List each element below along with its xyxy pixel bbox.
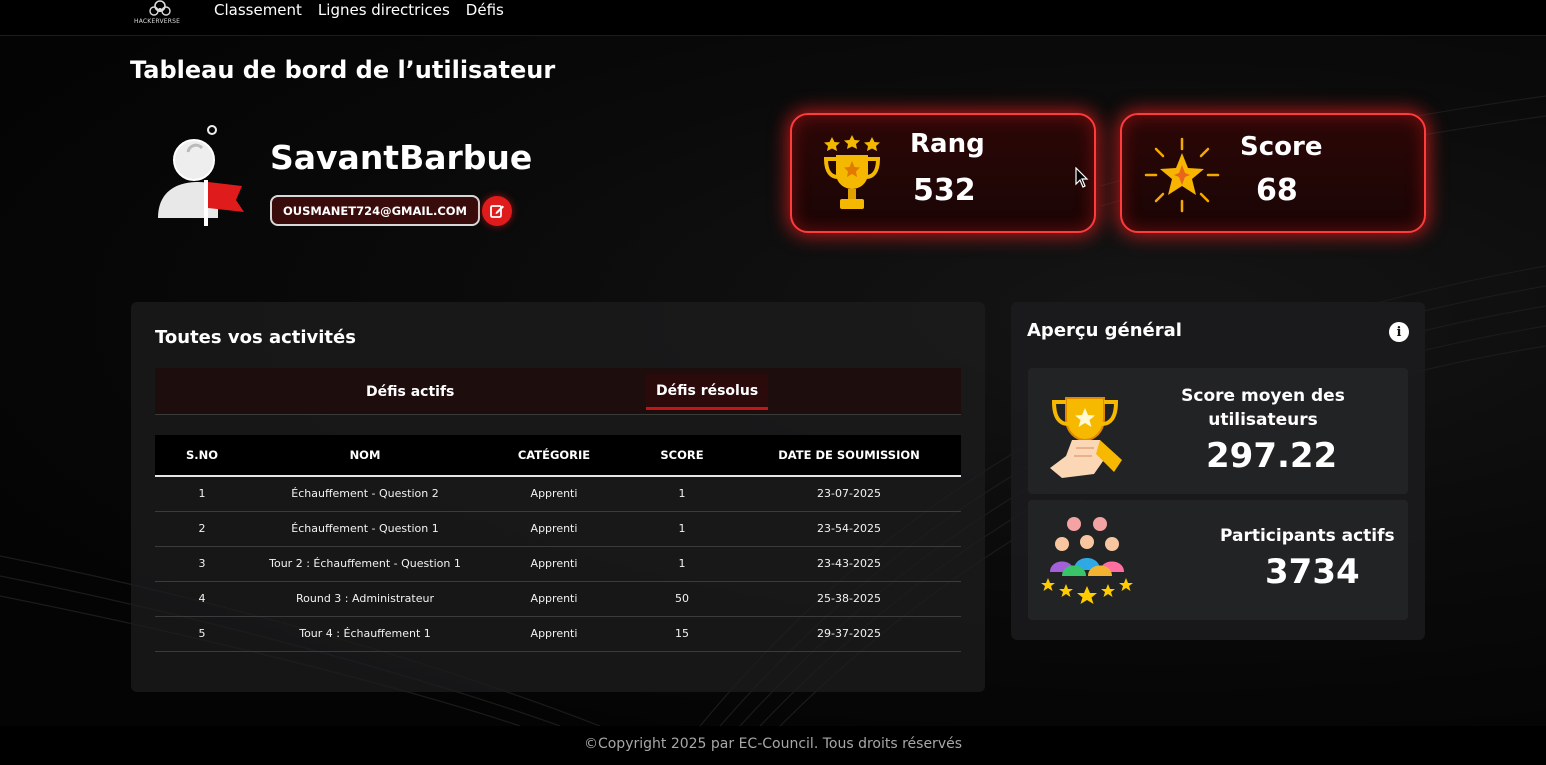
cell-score: 50 (627, 581, 737, 617)
cell-categorie: Apprenti (481, 476, 627, 512)
cell-sno: 1 (155, 476, 249, 512)
activities-table: S.NO NOM CATÉGORIE SCORE DATE DE SOUMISS… (155, 435, 961, 652)
cell-categorie: Apprenti (481, 511, 627, 547)
active-participants-value: 3734 (1265, 552, 1360, 592)
score-card: Score 68 (1120, 113, 1426, 233)
cell-sno: 5 (155, 616, 249, 652)
edit-icon (490, 205, 504, 218)
table-row[interactable]: 2 Échauffement - Question 1 Apprenti 1 2… (155, 511, 961, 547)
score-value: 68 (1256, 173, 1298, 208)
average-score-value: 297.22 (1206, 436, 1338, 476)
table-header-row: S.NO NOM CATÉGORIE SCORE DATE DE SOUMISS… (155, 435, 961, 477)
nav-defis[interactable]: Défis (466, 1, 504, 19)
top-navbar: HACKERVERSE Classement Lignes directrice… (0, 0, 1546, 36)
cell-score: 1 (627, 546, 737, 582)
table-row[interactable]: 1 Échauffement - Question 2 Apprenti 1 2… (155, 476, 961, 512)
edit-profile-button[interactable] (482, 196, 512, 226)
cell-categorie: Apprenti (481, 546, 627, 582)
table-row[interactable]: 3 Tour 2 : Échauffement - Question 1 App… (155, 546, 961, 582)
active-participants-card: Participants actifs 3734 (1028, 500, 1408, 620)
cell-nom: Tour 2 : Échauffement - Question 1 (249, 546, 481, 582)
page-title: Tableau de bord de l’utilisateur (130, 56, 556, 84)
active-participants-label: Participants actifs (1220, 526, 1395, 546)
column-header-sno[interactable]: S.NO (155, 435, 249, 477)
overview-panel: Aperçu général i Score moyen des utilisa… (1011, 302, 1425, 640)
activities-title: Toutes vos activités (155, 327, 356, 348)
table-row[interactable]: 4 Round 3 : Administrateur Apprenti 50 2… (155, 581, 961, 617)
tab-defis-resolus[interactable]: Défis résolus (646, 374, 769, 410)
cell-date: 25-38-2025 (737, 581, 961, 617)
cell-categorie: Apprenti (481, 581, 627, 617)
cell-sno: 2 (155, 511, 249, 547)
overview-title: Aperçu général (1027, 320, 1182, 341)
cell-nom: Round 3 : Administrateur (249, 581, 481, 617)
rank-card: Rang 532 (790, 113, 1096, 233)
star-burst-icon (1144, 137, 1220, 213)
cell-date: 29-37-2025 (737, 616, 961, 652)
rank-value: 532 (913, 173, 976, 208)
cell-date: 23-43-2025 (737, 546, 961, 582)
cell-sno: 4 (155, 581, 249, 617)
column-header-categorie[interactable]: CATÉGORIE (481, 435, 627, 477)
cell-score: 15 (627, 616, 737, 652)
trophy-hand-icon (1050, 397, 1122, 478)
cell-date: 23-54-2025 (737, 511, 961, 547)
column-header-nom[interactable]: NOM (249, 435, 481, 477)
tab-defis-actifs[interactable]: Défis actifs (366, 368, 454, 415)
activities-tabs: Défis actifs Défis résolus (155, 368, 961, 415)
email-badge: OUSMANET724@GMAIL.COM (270, 195, 480, 226)
cell-nom: Échauffement - Question 2 (249, 476, 481, 512)
footer-copyright: ©Copyright 2025 par EC-Council. Tous dro… (583, 736, 963, 752)
username: SavantBarbue (270, 138, 533, 177)
mouse-cursor-icon (1075, 167, 1089, 188)
average-score-card: Score moyen des utilisateurs 297.22 (1028, 368, 1408, 494)
cell-categorie: Apprenti (481, 616, 627, 652)
user-avatar-icon (158, 125, 244, 226)
average-score-label: Score moyen des utilisateurs (1181, 386, 1345, 430)
cell-score: 1 (627, 511, 737, 547)
cell-date: 23-07-2025 (737, 476, 961, 512)
participants-group-icon (1041, 517, 1133, 604)
logo-text: HACKERVERSE (134, 18, 181, 25)
column-header-score[interactable]: SCORE (627, 435, 737, 477)
cell-score: 1 (627, 476, 737, 512)
table-row[interactable]: 5 Tour 4 : Échauffement 1 Apprenti 15 29… (155, 616, 961, 652)
main-nav: Classement Lignes directrices Défis (214, 0, 504, 20)
cell-nom: Tour 4 : Échauffement 1 (249, 616, 481, 652)
rank-label: Rang (910, 129, 985, 159)
score-label: Score (1240, 132, 1323, 162)
cell-sno: 3 (155, 546, 249, 582)
info-icon[interactable]: i (1389, 322, 1409, 342)
nav-lignes-directrices[interactable]: Lignes directrices (318, 1, 450, 19)
nav-classement[interactable]: Classement (214, 1, 302, 19)
activities-panel: Toutes vos activités Défis actifs Défis … (131, 302, 985, 692)
trophy-icon (823, 135, 881, 209)
column-header-date[interactable]: DATE DE SOUMISSION (737, 435, 961, 477)
cell-nom: Échauffement - Question 1 (249, 511, 481, 547)
